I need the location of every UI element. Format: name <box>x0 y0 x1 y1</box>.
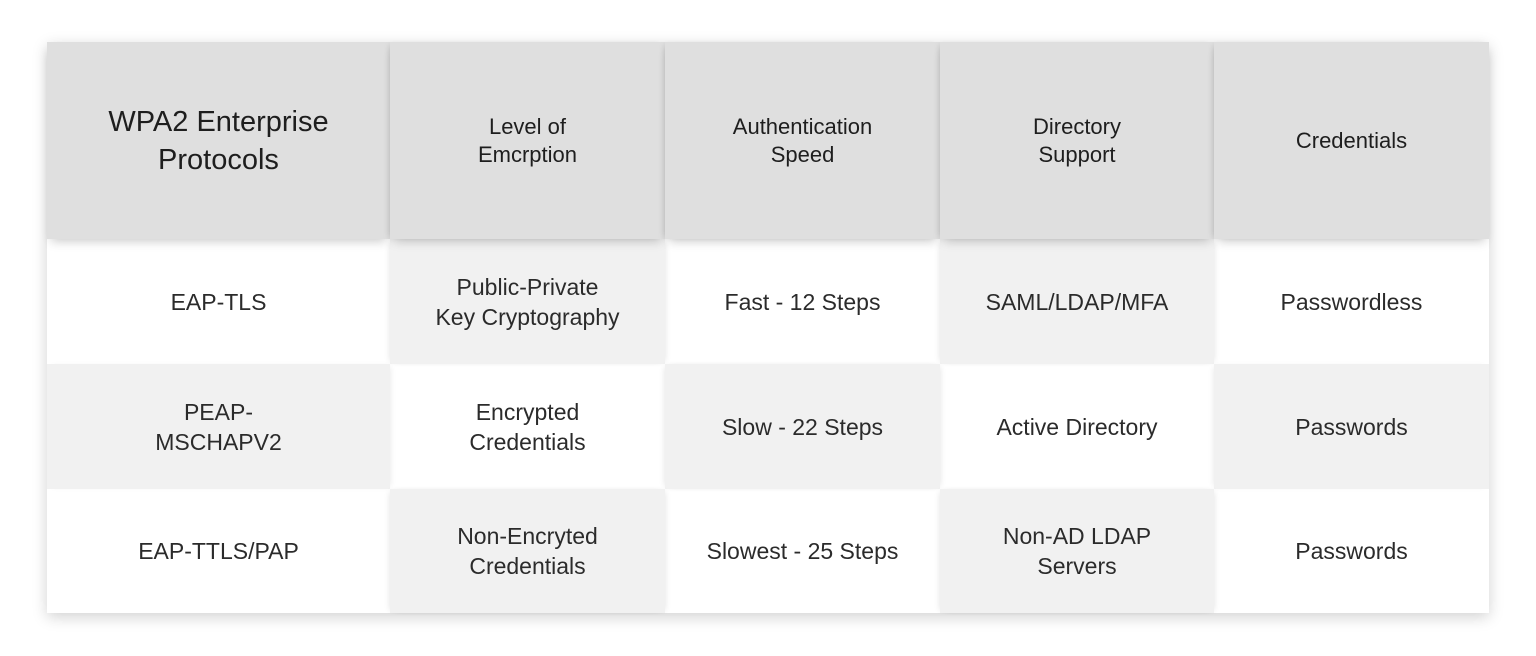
header-credentials: Credentials <box>1214 42 1489 239</box>
table-cell-encryption: Public-Private Key Cryptography <box>390 239 665 364</box>
table-cell-directory: Active Directory <box>940 364 1214 489</box>
table-cell-encryption: Encrypted Credentials <box>390 364 665 489</box>
table-cell-credentials: Passwords <box>1214 364 1489 489</box>
header-protocols: WPA2 Enterprise Protocols <box>47 42 390 239</box>
table-cell-credentials: Passwords <box>1214 489 1489 613</box>
table-cell-protocol: EAP-TLS <box>47 239 390 364</box>
table-cell-protocol: EAP-TTLS/PAP <box>47 489 390 613</box>
comparison-table: WPA2 Enterprise Protocols Level of Emcrp… <box>47 42 1489 613</box>
header-authentication-speed: Authentication Speed <box>665 42 940 239</box>
header-encryption-level: Level of Emcrption <box>390 42 665 239</box>
table-cell-protocol: PEAP- MSCHAPV2 <box>47 364 390 489</box>
table-cell-speed: Slow - 22 Steps <box>665 364 940 489</box>
table-cell-directory: SAML/LDAP/MFA <box>940 239 1214 364</box>
table-cell-speed: Slowest - 25 Steps <box>665 489 940 613</box>
table-cell-encryption: Non-Encryted Credentials <box>390 489 665 613</box>
table-cell-credentials: Passwordless <box>1214 239 1489 364</box>
table-cell-speed: Fast - 12 Steps <box>665 239 940 364</box>
table-cell-directory: Non-AD LDAP Servers <box>940 489 1214 613</box>
header-directory-support: Directory Support <box>940 42 1214 239</box>
